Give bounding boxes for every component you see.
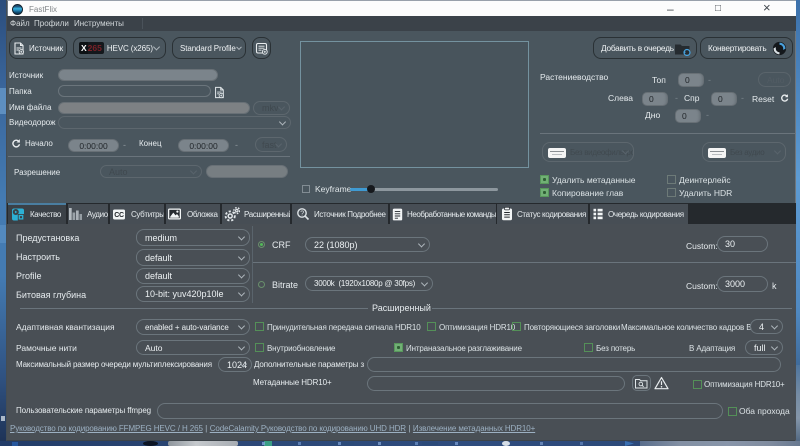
svg-text:?: ? — [300, 211, 304, 218]
svg-text:CC: CC — [114, 212, 124, 219]
